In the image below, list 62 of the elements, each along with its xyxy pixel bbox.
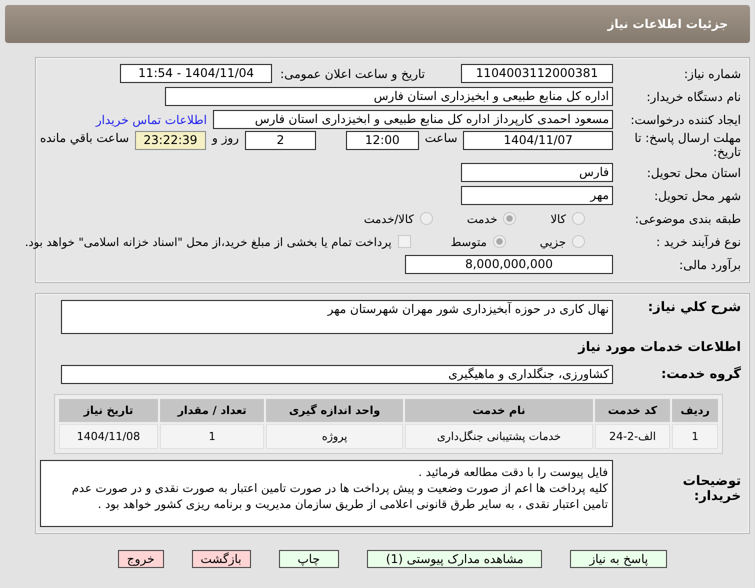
field-label: شهر محل تحویل: xyxy=(653,188,741,202)
page-header: جزئیات اطلاعات نیاز xyxy=(5,5,750,43)
radio-button[interactable] xyxy=(420,212,433,225)
field-label: گروه خدمت: xyxy=(660,367,741,382)
date-field[interactable]: 1404/11/07 xyxy=(463,131,613,150)
field-label: توضیحات خریدار: xyxy=(682,474,741,504)
action-button[interactable]: مشاهده مدارک پیوستی (1) xyxy=(366,550,542,568)
checkbox[interactable] xyxy=(398,235,411,248)
table-cell: 1 xyxy=(160,424,264,449)
input-field[interactable]: 8,000,000,000 xyxy=(405,255,613,274)
field-label: شرح کلي نیاز: xyxy=(646,300,741,315)
text-area[interactable]: نهال کاری در حوزه آبخیزداری شور مهران شهرستان مهر xyxy=(61,300,613,334)
field-label: برآورد مالی: xyxy=(678,258,741,272)
text-area[interactable]: فایل پیوست را با دقت مطالعه فرمائید . کلیه پرداخت ها اعم از صورت وضعیت و پیش پرداخت ها در صورت تامین اعتبار به صورت نقدی و در صورت عدم تامین اعتبار نقدی ، به سایر طرق قانونی اعلامی از طریق سازمان مدیریت و برنامه ریزی کشور خواهد بود . xyxy=(40,460,613,527)
input-field[interactable]: مهر xyxy=(461,186,613,205)
field-label: ایجاد کننده درخواست: xyxy=(629,112,741,126)
table-cell: خدمات پشتیبانی جنگل‌داری xyxy=(405,424,593,449)
column-header: تعداد / مقدار xyxy=(160,399,264,422)
table-cell: الف-2-24 xyxy=(594,424,670,449)
countdown-field: 23:22:39 xyxy=(135,131,206,150)
field-label: نام دستگاه خریدار: xyxy=(646,90,741,104)
column-header: کد خدمت xyxy=(594,399,670,422)
input-field[interactable]: اداره کل منابع طبیعی و ابخیزداری استان فارس xyxy=(165,87,613,106)
input-field[interactable]: 1104003112000381 xyxy=(461,64,613,83)
field-label: طبقه بندی موضوعی: xyxy=(634,212,741,226)
table-cell: 1 xyxy=(672,424,718,449)
field-label: مهلت ارسال پاسخ: تا تاریخ: xyxy=(633,131,741,159)
table-cell: 1404/11/08 xyxy=(59,424,158,449)
radio-button[interactable] xyxy=(492,235,506,248)
input-field[interactable]: فارس xyxy=(461,163,613,182)
field-label: تاریخ و ساعت اعلان عمومی: xyxy=(280,66,425,80)
time-field[interactable]: 12:00 xyxy=(346,131,419,150)
column-header: نام خدمت xyxy=(405,399,593,422)
action-button[interactable]: خروج xyxy=(118,550,164,568)
input-field[interactable]: مسعود احمدی کارپرداز اداره کل منابع طبیعی و ابخیزداری استان فارس xyxy=(213,110,613,129)
field-label: نوع فرآیند خرید : xyxy=(655,234,741,248)
radio-button[interactable] xyxy=(572,212,585,225)
field-label: استان محل تحویل: xyxy=(646,166,741,180)
action-button[interactable]: بازگشت xyxy=(192,550,250,568)
radio-button[interactable] xyxy=(503,212,516,225)
action-button[interactable]: پاسخ به نیاز xyxy=(570,550,668,568)
section-heading: اطلاعات خدمات مورد نیاز xyxy=(578,340,741,355)
buyer-contact-link[interactable]: اطلاعات تماس خریدار xyxy=(96,112,207,126)
radio-button[interactable] xyxy=(572,235,585,248)
radio-label: متوسط xyxy=(450,234,487,248)
input-field[interactable]: 1404/11/04 - 11:54 xyxy=(120,64,272,83)
days-label: روز و xyxy=(212,131,239,145)
radio-label: کالا/خدمت xyxy=(364,212,414,226)
field-label: شماره نیاز: xyxy=(683,66,741,80)
input-field[interactable]: کشاورزی، جنگلداری و ماهیگیری xyxy=(61,365,613,384)
checkbox-label: پرداخت تمام یا بخشی از مبلغ خرید،از محل "اسناد خزانه اسلامی" خواهد بود. xyxy=(24,234,392,248)
radio-label: جزيي xyxy=(540,234,566,248)
days-field[interactable]: 2 xyxy=(244,131,316,150)
table-cell: پروژه xyxy=(266,424,403,449)
remaining-label: ساعت باقي مانده xyxy=(40,131,130,145)
radio-label: خدمت xyxy=(466,212,498,226)
time-label: ساعت xyxy=(424,131,458,145)
column-header: تاریخ نیاز xyxy=(59,399,158,422)
column-header: ردیف xyxy=(672,399,718,422)
action-button[interactable]: چاپ xyxy=(278,550,339,568)
radio-label: کالا xyxy=(550,212,566,226)
column-header: واحد اندازه گیری xyxy=(266,399,403,422)
